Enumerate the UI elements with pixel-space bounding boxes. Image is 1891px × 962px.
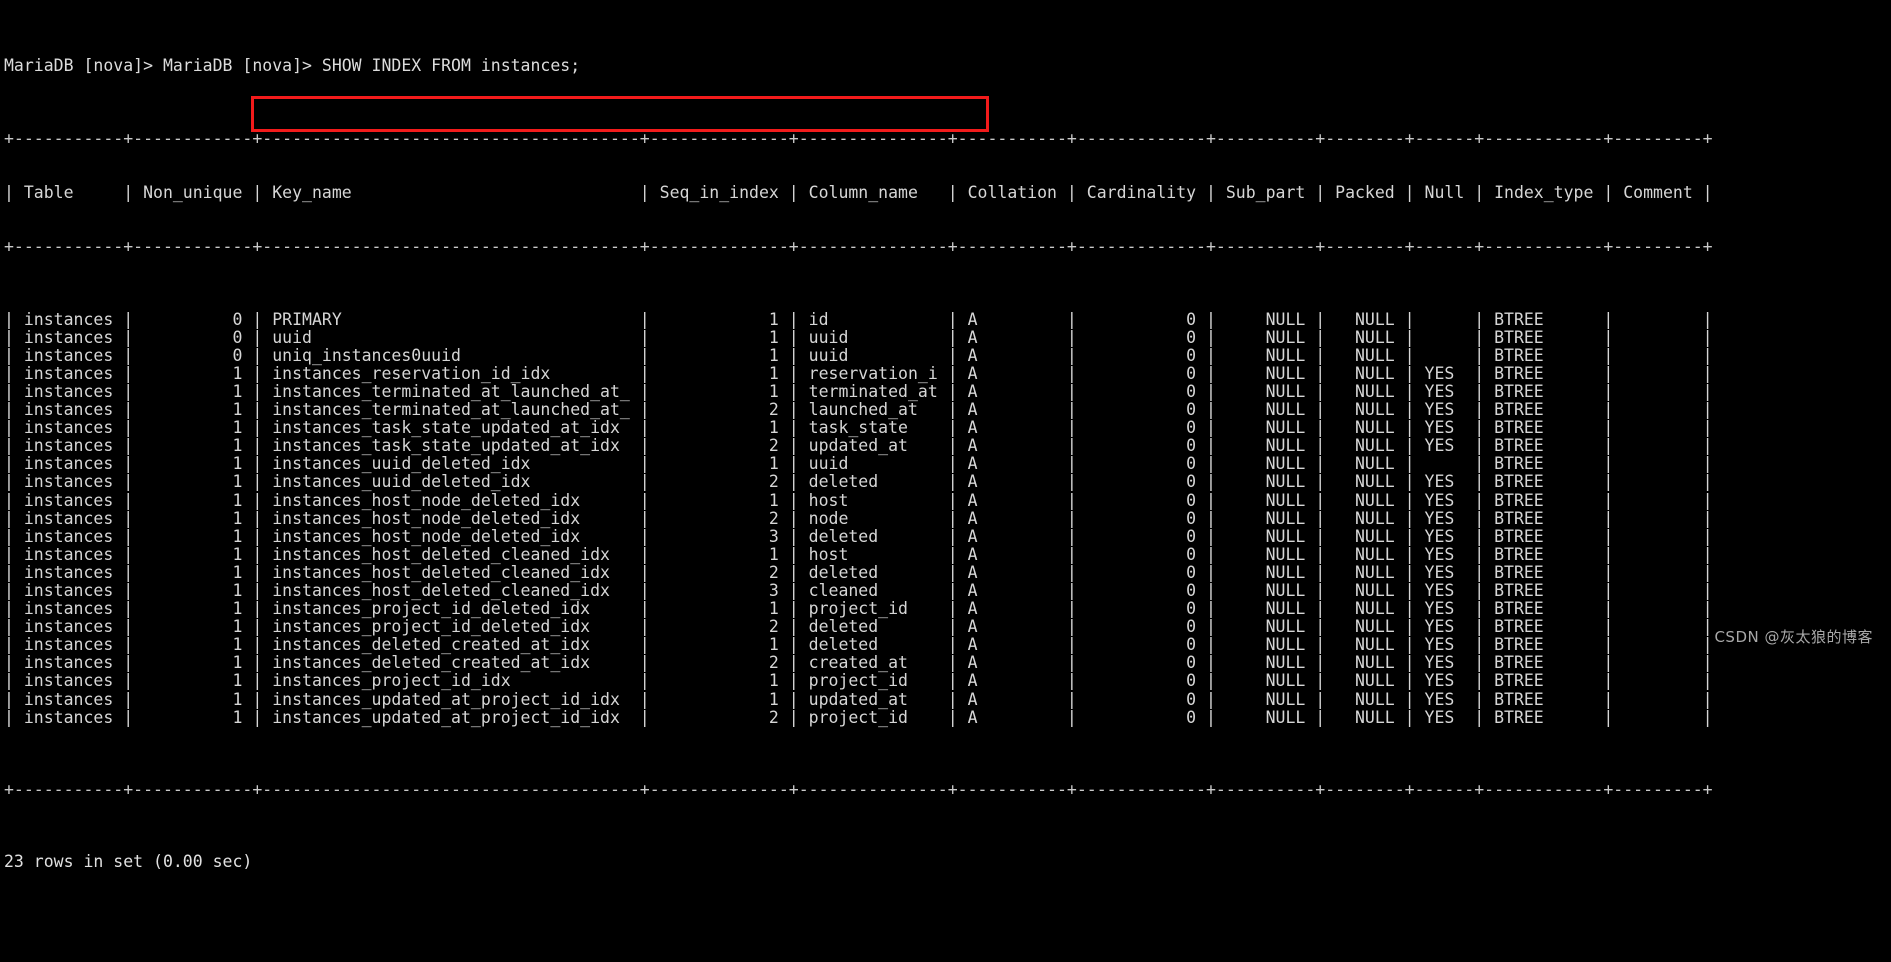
table-row: | instances | 0 | uuid | 1 | uuid | A | … bbox=[4, 327, 1713, 347]
terminal-window[interactable]: MariaDB [nova]> MariaDB [nova]> SHOW IND… bbox=[0, 0, 1891, 871]
table-row: | instances | 1 | instances_terminated_a… bbox=[4, 381, 1713, 401]
table-row: | instances | 1 | instances_uuid_deleted… bbox=[4, 472, 1713, 492]
table-header-row: | Table | Non_unique | Key_name | Seq_in… bbox=[4, 182, 1713, 202]
table-rule-top: +-----------+------------+--------------… bbox=[4, 128, 1713, 148]
csdn-watermark: CSDN @灰太狼的博客 bbox=[1714, 627, 1873, 646]
table-row: | instances | 1 | instances_updated_at_p… bbox=[4, 707, 1713, 727]
table-row: | instances | 1 | instances_host_deleted… bbox=[4, 581, 1713, 600]
table-row: | instances | 1 | instances_uuid_deleted… bbox=[4, 454, 1713, 474]
table-row: | instances | 1 | instances_reservation_… bbox=[4, 363, 1713, 383]
rows-status-line: 23 rows in set (0.00 sec) bbox=[4, 852, 253, 872]
highlight-annotation-box bbox=[251, 96, 989, 132]
table-row: | instances | 1 | instances_project_id_i… bbox=[4, 671, 1713, 691]
table-row: | instances | 1 | instances_updated_at_p… bbox=[4, 689, 1713, 709]
table-row: | instances | 1 | instances_task_state_u… bbox=[4, 418, 1713, 438]
table-row: | instances | 1 | instances_task_state_u… bbox=[4, 436, 1713, 456]
table-row: | instances | 1 | instances_deleted_crea… bbox=[4, 653, 1713, 673]
table-row: | instances | 1 | instances_project_id_d… bbox=[4, 617, 1713, 637]
table-row: | instances | 1 | instances_deleted_crea… bbox=[4, 635, 1713, 655]
table-row: | instances | 1 | instances_host_deleted… bbox=[4, 544, 1713, 564]
table-row: | instances | 1 | instances_terminated_a… bbox=[4, 400, 1713, 420]
table-row: | instances | 1 | instances_host_node_de… bbox=[4, 490, 1713, 510]
table-row: | instances | 1 | instances_project_id_d… bbox=[4, 599, 1713, 619]
table-rule-bottom: +-----------+------------+--------------… bbox=[4, 780, 1713, 800]
table-row: | instances | 1 | instances_host_deleted… bbox=[4, 562, 1713, 582]
table-row: | instances | 0 | PRIMARY | 1 | id | A |… bbox=[4, 309, 1713, 329]
table-row: | instances | 0 | uniq_instances0uuid | … bbox=[4, 345, 1713, 365]
shell-prompt-line: MariaDB [nova]> MariaDB [nova]> SHOW IND… bbox=[4, 56, 581, 76]
table-rule-header: +-----------+------------+--------------… bbox=[4, 237, 1713, 257]
table-row: | instances | 1 | instances_host_node_de… bbox=[4, 526, 1713, 546]
table-body: | instances | 0 | PRIMARY | 1 | id | A |… bbox=[4, 309, 1891, 727]
table-row: | instances | 1 | instances_host_node_de… bbox=[4, 508, 1713, 528]
